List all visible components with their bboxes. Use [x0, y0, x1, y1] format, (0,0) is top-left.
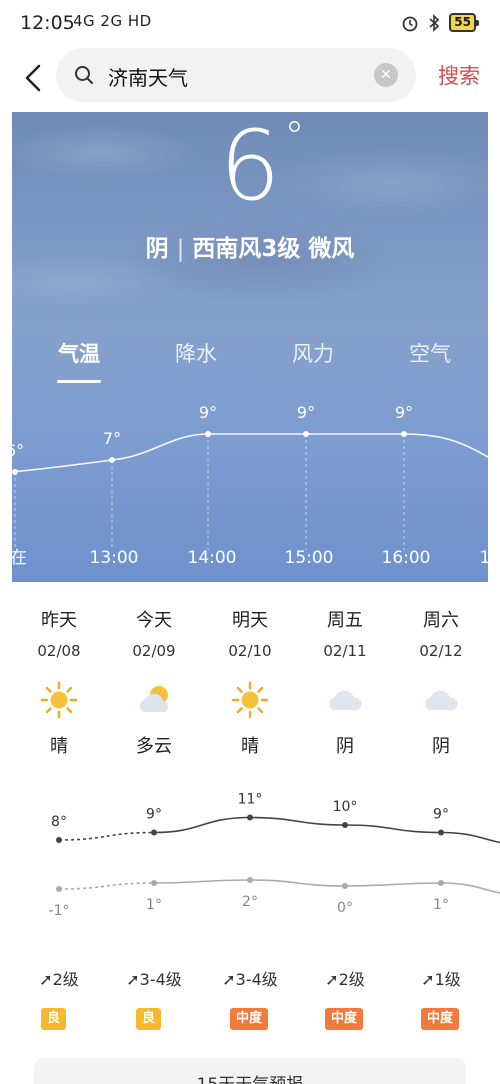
day-condition: 阴 [336, 736, 354, 757]
day-name: 明天 [232, 610, 268, 631]
temp-point [247, 814, 253, 821]
hour-temp-label: 9° [297, 403, 315, 422]
temp-point [247, 877, 253, 883]
day-condition: 晴 [241, 736, 259, 757]
low-temp-label: 2° [242, 894, 258, 910]
hour-temp-label: 6° [12, 441, 24, 460]
hour-label: 16:00 [382, 548, 431, 568]
day-condition: 晴 [50, 736, 68, 757]
day-name: 周六 [423, 610, 459, 631]
aqi-badge: 中度 [230, 1008, 269, 1030]
status-bar: 12:05 4G 2G HD 55 [0, 0, 500, 48]
high-temp-label: 10° [333, 799, 358, 815]
bluetooth-icon [429, 13, 440, 32]
temp-point [438, 829, 444, 836]
clear-button[interactable]: ✕ [374, 63, 398, 87]
aqi-badge: 中度 [421, 1008, 460, 1030]
aqi-badge: 良 [136, 1008, 162, 1030]
alarm-icon [402, 16, 418, 31]
back-button[interactable] [18, 58, 48, 98]
day-name: 周五 [327, 610, 363, 631]
search-header: 济南天气 ✕ 搜索 [0, 48, 500, 108]
day-date: 02/12 [419, 642, 463, 660]
temp-point [56, 837, 62, 843]
hour-temp-label: 7° [103, 429, 121, 448]
search-button[interactable]: 搜索 [438, 60, 480, 90]
temp-curve-segment [249, 879, 346, 887]
sun-icon [230, 680, 270, 720]
daily-temperature-chart: 8° -1° 9° 1° 11° 2° 10° 0° 9° 1° [49, 792, 500, 919]
temp-curve-segment [153, 816, 251, 834]
hourly-temperature-chart: 6° 7° 9° 9° 9° 现在 13:00 14:00 15:00 16:0… [12, 403, 489, 568]
temp-curve-segment [153, 879, 251, 884]
low-temp-label: 0° [337, 900, 353, 916]
low-temp-label: -1° [49, 903, 70, 919]
search-input[interactable]: 济南天气 ✕ [56, 48, 416, 102]
hour-label: 15:00 [285, 548, 334, 568]
day-date: 02/10 [228, 642, 272, 660]
day-condition: 多云 [136, 736, 172, 757]
temp-curve-segment [58, 831, 155, 841]
temp-point [438, 880, 444, 886]
search-icon [75, 66, 93, 84]
hour-temp-label: 9° [395, 403, 413, 422]
status-time: 12:05 [20, 12, 75, 34]
hour-label: 17:00 [480, 548, 489, 568]
low-temp-label: 1° [433, 897, 449, 913]
aqi-badge: 良 [41, 1008, 67, 1030]
temp-point [151, 829, 157, 836]
high-temp-label: 11° [238, 792, 263, 808]
temp-curve-segment [58, 882, 155, 890]
temp-point [342, 822, 348, 828]
chevron-left-icon [25, 64, 41, 92]
fifteen-day-forecast-title: 15天天气预报 [34, 1070, 466, 1084]
low-temp-label: 1° [146, 897, 162, 913]
temp-curve-segment [440, 831, 500, 844]
day-name: 昨天 [41, 610, 77, 631]
aqi-badge: 中度 [325, 1008, 364, 1030]
weather-card: 6° 阴 | 西南风3级 微风 气温 降水 风力 空气 6° 7° 9° 9° … [12, 112, 488, 582]
sun-icon [39, 680, 79, 720]
temp-curve-segment [344, 824, 442, 834]
hour-label: 现在 [12, 548, 27, 568]
temp-point [151, 880, 157, 886]
daily-forecast: 昨天 02/08 晴 ➚2级良今天 02/09 多云 ➚3-4级良明天 02/10 晴 ➚3-4级… [0, 582, 500, 1084]
cloud-icon [325, 680, 365, 720]
network-indicator: 4G 2G HD [73, 12, 152, 30]
partly-cloudy-icon [134, 680, 174, 720]
close-icon: ✕ [380, 67, 392, 83]
cloud-icon [421, 680, 461, 720]
high-temp-label: 9° [146, 807, 162, 823]
fifteen-day-forecast-card[interactable]: 15天天气预报 [34, 1058, 466, 1084]
day-name: 今天 [136, 610, 172, 631]
day-date: 02/09 [132, 642, 176, 660]
search-query: 济南天气 [108, 66, 188, 90]
day-date: 02/11 [323, 642, 367, 660]
hour-label: 14:00 [188, 548, 237, 568]
day-condition: 阴 [432, 736, 450, 757]
day-date: 02/08 [37, 642, 81, 660]
hour-temp-label: 9° [199, 403, 217, 422]
high-temp-label: 8° [51, 814, 67, 830]
temp-point [56, 886, 62, 892]
high-temp-label: 9° [433, 807, 449, 823]
temp-curve-segment [440, 882, 500, 894]
hour-label: 13:00 [90, 548, 139, 568]
status-icons: 55 [401, 13, 479, 32]
temp-point [342, 883, 348, 889]
battery-indicator: 55 [449, 13, 479, 32]
temp-curve-segment [249, 816, 346, 826]
temp-curve-segment [344, 882, 442, 887]
